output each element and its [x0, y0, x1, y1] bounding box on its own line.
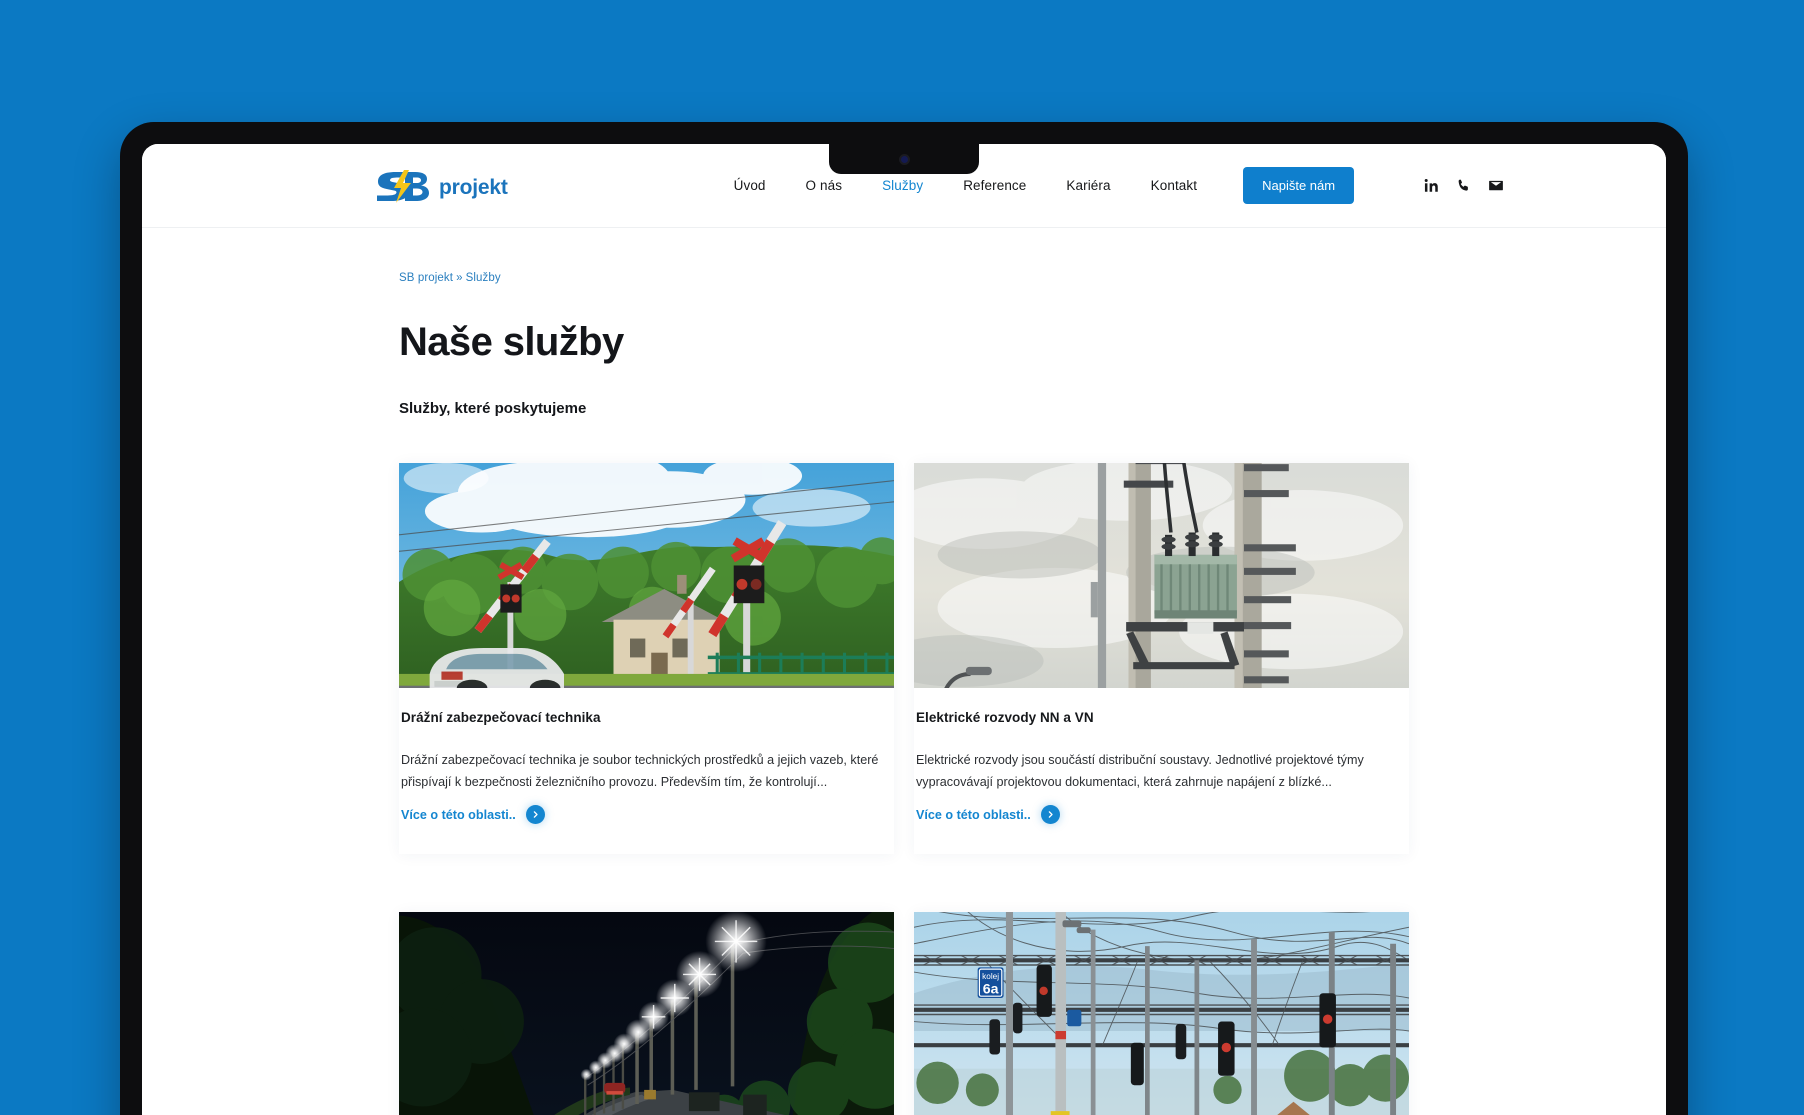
contact-cta-button[interactable]: Napište nám — [1243, 167, 1355, 204]
content-container: SB projekt» Služby Naše služby Služby, kt… — [399, 228, 1409, 1115]
nav-item-sluzby[interactable]: Služby — [862, 178, 943, 193]
service-card-text: Drážní zabezpečovací technika je soubor … — [401, 753, 879, 790]
service-card-title: Drážní zabezpečovací technika — [401, 710, 601, 725]
page-subtitle: Služby, které poskytujeme — [399, 400, 587, 417]
breadcrumb-root[interactable]: SB projekt — [399, 272, 453, 284]
page-content: SB projekt» Služby Naše služby Služby, kt… — [142, 228, 1666, 1115]
pole-transformer-photo — [914, 463, 1409, 688]
breadcrumb: SB projekt» Služby — [399, 228, 1409, 284]
service-card-body: Drážní zabezpečovací technika Drážní zab… — [399, 688, 894, 850]
breadcrumb-current[interactable]: Služby — [466, 272, 501, 284]
service-card-title: Elektrické rozvody NN a VN — [916, 710, 1094, 725]
nav-item-o-nas[interactable]: O nás — [786, 178, 863, 193]
device-notch — [829, 144, 979, 174]
nav-item-uvod[interactable]: Úvod — [714, 178, 786, 193]
device-screen: projekt Úvod O nás Služby Reference Kari… — [142, 144, 1666, 1115]
linkedin-icon[interactable] — [1424, 178, 1439, 193]
service-card[interactable] — [399, 912, 894, 1115]
sb-logo-icon — [377, 169, 429, 203]
nav-item-kontakt[interactable]: Kontakt — [1131, 178, 1217, 193]
logo-wordmark: projekt — [439, 176, 508, 199]
service-card[interactable]: Drážní zabezpečovací technika Drážní zab… — [399, 463, 894, 855]
page-background: projekt Úvod O nás Služby Reference Kari… — [0, 0, 1804, 1115]
nav-item-kariera[interactable]: Kariéra — [1046, 178, 1130, 193]
railway-crossing-photo — [399, 463, 894, 688]
email-icon[interactable] — [1488, 178, 1504, 193]
service-card-more-link[interactable]: Více o této oblasti.. — [916, 805, 1407, 825]
night-street-lighting-photo — [399, 912, 894, 1115]
service-card-more-label: Více o této oblasti.. — [401, 807, 516, 822]
service-card[interactable]: kolej 6a — [914, 912, 1409, 1115]
services-grid: Drážní zabezpečovací technika Drážní zab… — [399, 463, 1409, 1115]
breadcrumb-separator: » — [456, 272, 463, 284]
laptop-device-frame: projekt Úvod O nás Služby Reference Kari… — [120, 122, 1688, 1115]
service-card[interactable]: Elektrické rozvody NN a VN Elektrické ro… — [914, 463, 1409, 855]
phone-icon[interactable] — [1456, 178, 1471, 193]
railway-catenary-photo: kolej 6a — [914, 912, 1409, 1115]
chevron-right-icon — [1040, 805, 1060, 825]
service-card-body: Elektrické rozvody NN a VN Elektrické ro… — [914, 688, 1409, 850]
service-card-text: Elektrické rozvody jsou součástí distrib… — [916, 753, 1364, 790]
social-links — [1424, 178, 1504, 193]
main-navigation: Úvod O nás Služby Reference Kariéra Kont… — [714, 178, 1217, 193]
service-card-more-link[interactable]: Více o této oblasti.. — [401, 805, 892, 825]
nav-item-reference[interactable]: Reference — [943, 178, 1046, 193]
camera-icon — [900, 155, 908, 163]
svg-text:6a: 6a — [983, 980, 999, 996]
page-title: Naše služby — [399, 320, 624, 364]
service-card-more-label: Více o této oblasti.. — [916, 807, 1031, 822]
website-viewport: projekt Úvod O nás Služby Reference Kari… — [142, 144, 1666, 1115]
logo-link[interactable]: projekt — [374, 168, 508, 204]
chevron-right-icon — [525, 805, 545, 825]
